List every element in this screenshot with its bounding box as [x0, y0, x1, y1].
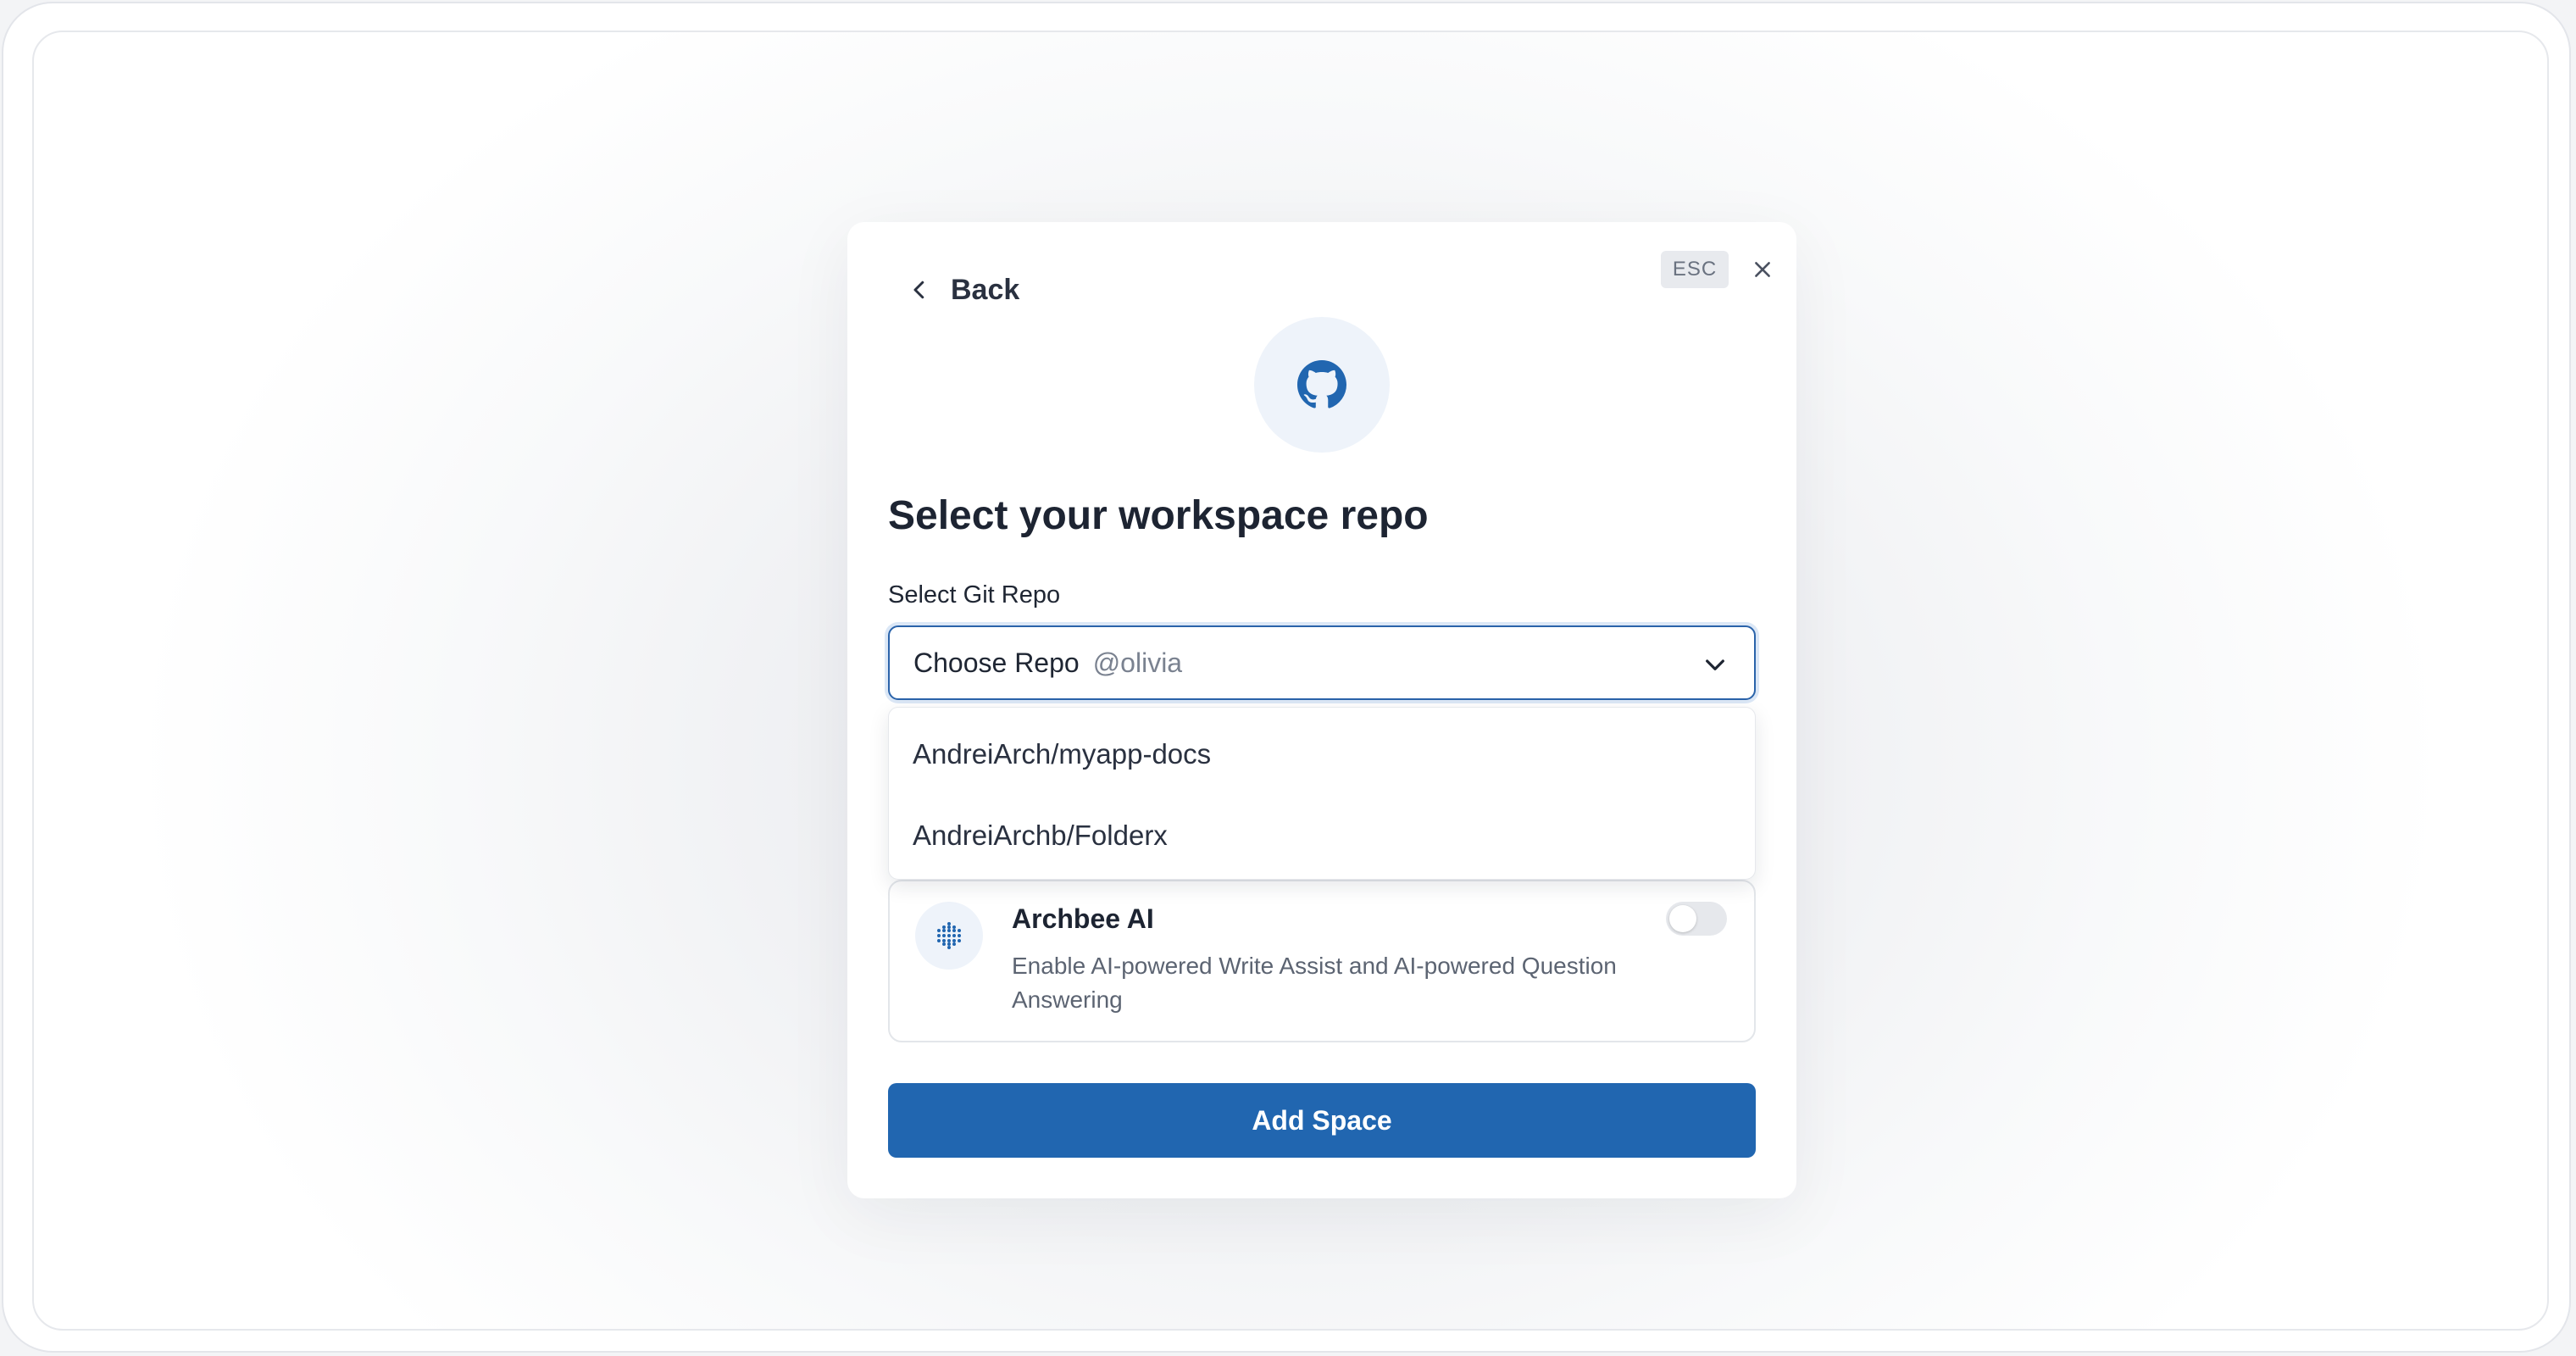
archbee-ai-toggle[interactable] — [1666, 902, 1727, 936]
repo-option-myapp-docs[interactable]: AndreiArch/myapp-docs — [913, 738, 1211, 770]
toggle-knob — [1669, 905, 1696, 932]
repo-select[interactable]: Choose Repo @olivia — [888, 625, 1756, 700]
repo-dropdown-menu: AndreiArch/myapp-docs AndreiArchb/Folder… — [888, 707, 1756, 880]
close-icon — [1755, 262, 1770, 277]
archbee-ai-icon — [915, 902, 983, 970]
github-icon-badge — [1254, 317, 1390, 453]
chevron-left-icon — [913, 281, 924, 299]
add-space-button[interactable]: Add Space — [888, 1083, 1756, 1158]
repo-select-label: Select Git Repo — [888, 581, 1061, 609]
select-repo-modal: Back ESC Select your workspace repo Sele… — [847, 222, 1796, 1198]
repo-select-value: Choose Repo — [913, 647, 1080, 678]
repo-select-account: @olivia — [1092, 647, 1183, 678]
back-label: Back — [951, 273, 1020, 306]
archbee-ai-card: Archbee AI Enable AI-powered Write Assis… — [888, 880, 1756, 1042]
archbee-ai-description: Enable AI-powered Write Assist and AI-po… — [1012, 953, 1617, 1013]
repo-option-folderx[interactable]: AndreiArchb/Folderx — [913, 820, 1168, 852]
chevron-down-icon — [1706, 659, 1724, 670]
app-viewport: Back ESC Select your workspace repo Sele… — [32, 31, 2549, 1331]
device-frame: Back ESC Select your workspace repo Sele… — [2, 2, 2571, 1353]
archbee-ai-title: Archbee AI — [1012, 903, 1154, 934]
back-button[interactable]: Back — [907, 266, 1019, 314]
close-button[interactable] — [1746, 253, 1779, 286]
dots-grid-icon — [937, 922, 961, 949]
github-icon — [1297, 360, 1346, 408]
modal-title: Select your workspace repo — [888, 493, 1429, 538]
esc-badge: ESC — [1661, 251, 1729, 288]
